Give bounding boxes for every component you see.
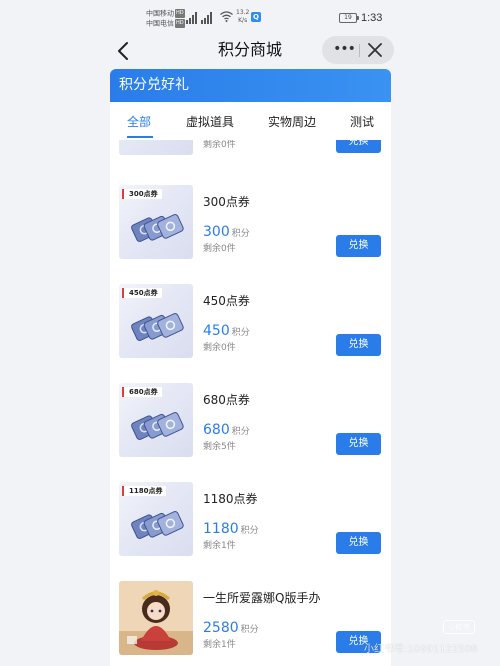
stock-text: 剩余5件: [203, 442, 236, 452]
product-name: 一生所爱露娜Q版手办: [203, 591, 321, 605]
points-mall-panel: 积分兑好礼 全部 虚拟道具 实物周边 测试 剩余0件 兑换 300点券 300点…: [110, 69, 391, 666]
product-price: 680 积分: [203, 419, 250, 438]
active-tab-indicator: [127, 136, 153, 138]
app-notification-icon: Q: [251, 12, 261, 22]
list-item[interactable]: 450点券 450点券 450 积分 剩余0件 兑换: [110, 284, 391, 383]
hd-badge: HD: [175, 9, 185, 18]
stock-text: 剩余1件: [203, 541, 236, 551]
tab-all[interactable]: 全部: [127, 113, 151, 130]
coupon-tickets-icon: [131, 412, 184, 441]
product-thumbnail: [119, 581, 193, 655]
product-price: 450 积分: [203, 320, 250, 339]
carrier-1: 中国移动: [146, 9, 174, 18]
price-value: 1180: [203, 521, 239, 537]
watermark-text: 小红书号:10991122508: [364, 644, 478, 655]
more-icon[interactable]: •••: [332, 41, 356, 59]
tab-test[interactable]: 测试: [350, 113, 374, 130]
battery-level: 19: [344, 14, 352, 21]
list-item[interactable]: 300点券 300点券 300 积分 剩余0件 兑换: [110, 185, 391, 284]
redeem-button[interactable]: 兑换: [336, 532, 381, 554]
nav-bar: 积分商城 •••: [0, 34, 500, 68]
product-thumbnail: [119, 140, 193, 155]
banner: 积分兑好礼: [110, 69, 391, 102]
product-thumbnail: 1180点券: [119, 482, 193, 556]
product-price: 2580 积分: [203, 617, 259, 636]
product-price: 1180 积分: [203, 518, 259, 537]
coupon-tickets-icon: [131, 214, 184, 243]
product-name: 450点券: [203, 294, 250, 308]
watermark-logo: 小红书: [443, 620, 475, 634]
back-arrow-icon[interactable]: [112, 39, 136, 63]
price-unit: 积分: [231, 328, 250, 338]
list-item[interactable]: 680点券 680点券 680 积分 剩余5件 兑换: [110, 383, 391, 482]
banner-title: 积分兑好礼: [119, 77, 189, 93]
mini-program-capsule: •••: [322, 36, 394, 64]
product-thumbnail: 300点券: [119, 185, 193, 259]
product-price: 300 积分: [203, 221, 250, 240]
stock-text: 剩余0件: [203, 244, 236, 254]
redeem-button[interactable]: 兑换: [336, 334, 381, 356]
status-bar: 中国移动 HD 中国电信 HD 13.2 K/s Q 19 1:33: [0, 0, 500, 34]
product-thumbnail: 450点券: [119, 284, 193, 358]
tab-merchandise[interactable]: 实物周边: [268, 113, 316, 130]
coupon-tickets-icon: [131, 313, 184, 342]
product-name: 680点券: [203, 393, 250, 407]
product-tag: 1180点券: [122, 486, 167, 496]
product-tag: 450点券: [122, 288, 162, 298]
tab-virtual-items[interactable]: 虚拟道具: [186, 113, 234, 130]
page-title: 积分商城: [217, 40, 282, 59]
capsule-divider: [359, 44, 360, 57]
net-speed: 13.2 K/s: [236, 9, 250, 24]
coupon-tickets-icon: [131, 511, 184, 540]
stock-text: 剩余0件: [203, 140, 236, 150]
product-tag: 680点券: [122, 387, 162, 397]
list-item[interactable]: 1180点券 1180点券 1180 积分 剩余1件 兑换: [110, 482, 391, 581]
product-name: 1180点券: [203, 492, 258, 506]
stock-text: 剩余0件: [203, 343, 236, 353]
battery-icon: 19: [339, 13, 359, 23]
carrier-info: 中国移动 HD 中国电信 HD: [146, 9, 185, 28]
close-icon[interactable]: [366, 41, 384, 59]
product-name: 300点券: [203, 195, 250, 209]
product-list: 剩余0件 兑换 300点券 300点券 300 积分 剩余0件 兑换 450点券…: [110, 140, 391, 666]
price-unit: 积分: [231, 427, 250, 437]
list-item[interactable]: 一生所爱露娜Q版手办 2580 积分 剩余1件 兑换: [110, 581, 391, 666]
signal-icon: [186, 12, 212, 24]
redeem-button[interactable]: 兑换: [336, 235, 381, 257]
product-tag: 300点券: [122, 189, 162, 199]
price-unit: 积分: [240, 625, 259, 635]
list-item: 剩余0件 兑换: [110, 140, 391, 180]
price-unit: 积分: [240, 526, 259, 536]
price-value: 2580: [203, 620, 239, 636]
product-thumbnail: 680点券: [119, 383, 193, 457]
category-tabs: 全部 虚拟道具 实物周边 测试: [110, 102, 391, 140]
redeem-button[interactable]: 兑换: [336, 433, 381, 455]
redeem-button[interactable]: 兑换: [336, 140, 381, 153]
stock-text: 剩余1件: [203, 640, 236, 650]
price-value: 680: [203, 422, 230, 438]
hd-badge: HD: [175, 18, 185, 28]
price-value: 300: [203, 224, 230, 240]
carrier-2: 中国电信: [146, 19, 174, 27]
coupon-tickets-icon: [129, 140, 185, 147]
clock: 1:33: [361, 12, 383, 24]
figurine-image: [119, 581, 193, 655]
wifi-icon: [220, 11, 233, 22]
price-unit: 积分: [231, 229, 250, 239]
price-value: 450: [203, 323, 230, 339]
